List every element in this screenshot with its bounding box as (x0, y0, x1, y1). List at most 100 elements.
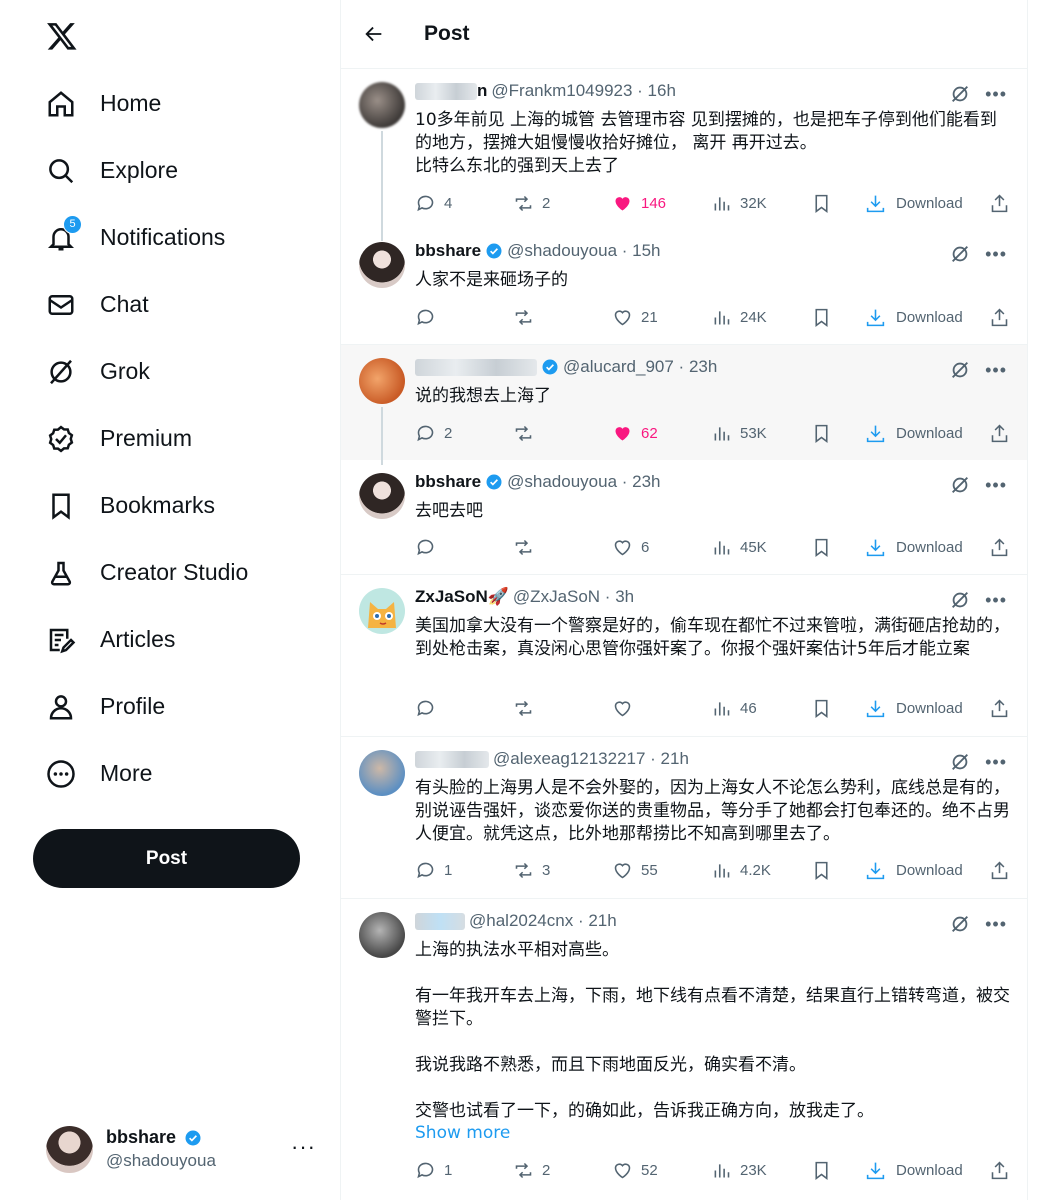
avatar[interactable] (359, 242, 405, 288)
bookmark-button[interactable] (811, 1160, 832, 1181)
download-button[interactable]: Download (865, 307, 963, 328)
download-button[interactable]: Download (865, 193, 963, 214)
nav-grok[interactable]: Grok (46, 338, 248, 405)
avatar[interactable] (359, 82, 405, 128)
download-button[interactable]: Download (865, 860, 963, 881)
like-button[interactable]: 146 (612, 193, 666, 214)
repost-button[interactable] (513, 307, 542, 328)
account-more-icon[interactable]: ··· (291, 1134, 316, 1160)
nav-home[interactable]: Home (46, 70, 248, 137)
reply-button[interactable]: 1 (415, 860, 452, 881)
author-name[interactable]: n (477, 81, 487, 101)
avatar[interactable] (359, 588, 405, 634)
share-button[interactable] (989, 193, 1010, 214)
author-name[interactable]: bbshare (415, 472, 481, 492)
author-handle-time[interactable]: @hal2024cnx · 21h (469, 911, 617, 931)
nav-notifications[interactable]: 5 Notifications (46, 204, 248, 271)
x-logo-icon[interactable] (46, 20, 78, 52)
reply-button[interactable]: 1 (415, 1160, 452, 1181)
reply-button[interactable] (415, 307, 444, 328)
bookmark-button[interactable] (811, 193, 832, 214)
views-button[interactable]: 23K (711, 1160, 767, 1181)
nav-profile[interactable]: Profile (46, 673, 248, 740)
tweet[interactable]: n @Frankm1049923 · 16h ••• 10多年前见 上海的城管 … (341, 69, 1027, 241)
nav-more[interactable]: More (46, 740, 248, 807)
post-button[interactable]: Post (33, 829, 300, 888)
share-button[interactable] (989, 423, 1010, 444)
author-name[interactable]: ZxJaSoN🚀 (415, 587, 509, 607)
back-arrow-icon[interactable] (359, 19, 389, 49)
tweet[interactable]: ZxJaSoN🚀 @ZxJaSoN · 3h ••• 美国加拿大没有一个警察是好… (341, 575, 1027, 737)
author-name[interactable]: bbshare (415, 241, 481, 261)
download-button[interactable]: Download (865, 1160, 963, 1181)
grok-icon[interactable] (949, 589, 971, 611)
account-switcher[interactable]: bbshare @shadouyoua ··· (46, 1124, 326, 1174)
author-handle-time[interactable]: @Frankm1049923 · 16h (491, 81, 676, 101)
reply-button[interactable] (415, 698, 444, 719)
tweet[interactable]: bbshare @shadouyoua · 23h ••• 去吧去吧 6 45K… (341, 460, 1027, 575)
avatar[interactable] (359, 912, 405, 958)
grok-icon[interactable] (949, 243, 971, 265)
grok-icon[interactable] (949, 913, 971, 935)
like-button[interactable]: 21 (612, 307, 658, 328)
like-button[interactable] (612, 698, 641, 719)
more-icon[interactable]: ••• (985, 360, 1007, 381)
nav-articles[interactable]: Articles (46, 606, 248, 673)
author-handle-time[interactable]: @shadouyoua · 15h (507, 241, 660, 261)
download-button[interactable]: Download (865, 698, 963, 719)
show-more-link[interactable]: Show more (415, 1122, 1011, 1145)
bookmark-button[interactable] (811, 423, 832, 444)
like-button[interactable]: 62 (612, 423, 658, 444)
bookmark-button[interactable] (811, 537, 832, 558)
bookmark-button[interactable] (811, 307, 832, 328)
more-icon[interactable]: ••• (985, 590, 1007, 611)
views-button[interactable]: 32K (711, 193, 767, 214)
like-button[interactable]: 6 (612, 537, 649, 558)
avatar[interactable] (359, 358, 405, 404)
tweet[interactable]: @alexeag12132217 · 21h ••• 有头脸的上海男人是不会外娶… (341, 737, 1027, 899)
repost-button[interactable]: 2 (513, 193, 550, 214)
like-button[interactable]: 55 (612, 860, 658, 881)
download-button[interactable]: Download (865, 537, 963, 558)
repost-button[interactable] (513, 698, 542, 719)
bookmark-button[interactable] (811, 698, 832, 719)
grok-icon[interactable] (949, 751, 971, 773)
author-handle-time[interactable]: @alucard_907 · 23h (563, 357, 717, 377)
nav-bookmarks[interactable]: Bookmarks (46, 472, 248, 539)
tweet[interactable]: @hal2024cnx · 21h ••• 上海的执法水平相对高些。 有一年我开… (341, 899, 1027, 1200)
more-icon[interactable]: ••• (985, 752, 1007, 773)
reply-button[interactable] (415, 537, 444, 558)
views-button[interactable]: 53K (711, 423, 767, 444)
share-button[interactable] (989, 698, 1010, 719)
avatar[interactable] (359, 750, 405, 796)
like-button[interactable]: 52 (612, 1160, 658, 1181)
author-handle-time[interactable]: @ZxJaSoN · 3h (513, 587, 634, 607)
more-icon[interactable]: ••• (985, 914, 1007, 935)
tweet[interactable]: bbshare @shadouyoua · 15h ••• 人家不是来砸场子的 … (341, 229, 1027, 345)
more-icon[interactable]: ••• (985, 475, 1007, 496)
author-handle-time[interactable]: @shadouyoua · 23h (507, 472, 660, 492)
nav-chat[interactable]: Chat (46, 271, 248, 338)
more-icon[interactable]: ••• (985, 84, 1007, 105)
repost-button[interactable]: 2 (513, 1160, 550, 1181)
nav-creator-studio[interactable]: Creator Studio (46, 539, 248, 606)
repost-button[interactable] (513, 537, 542, 558)
share-button[interactable] (989, 537, 1010, 558)
views-button[interactable]: 45K (711, 537, 767, 558)
nav-explore[interactable]: Explore (46, 137, 248, 204)
bookmark-button[interactable] (811, 860, 832, 881)
avatar[interactable] (359, 473, 405, 519)
views-button[interactable]: 46 (711, 698, 757, 719)
more-icon[interactable]: ••• (985, 244, 1007, 265)
grok-icon[interactable] (949, 359, 971, 381)
share-button[interactable] (989, 307, 1010, 328)
repost-button[interactable]: 3 (513, 860, 550, 881)
repost-button[interactable] (513, 423, 542, 444)
views-button[interactable]: 24K (711, 307, 767, 328)
nav-premium[interactable]: Premium (46, 405, 248, 472)
share-button[interactable] (989, 1160, 1010, 1181)
reply-button[interactable]: 2 (415, 423, 452, 444)
reply-button[interactable]: 4 (415, 193, 452, 214)
download-button[interactable]: Download (865, 423, 963, 444)
share-button[interactable] (989, 860, 1010, 881)
